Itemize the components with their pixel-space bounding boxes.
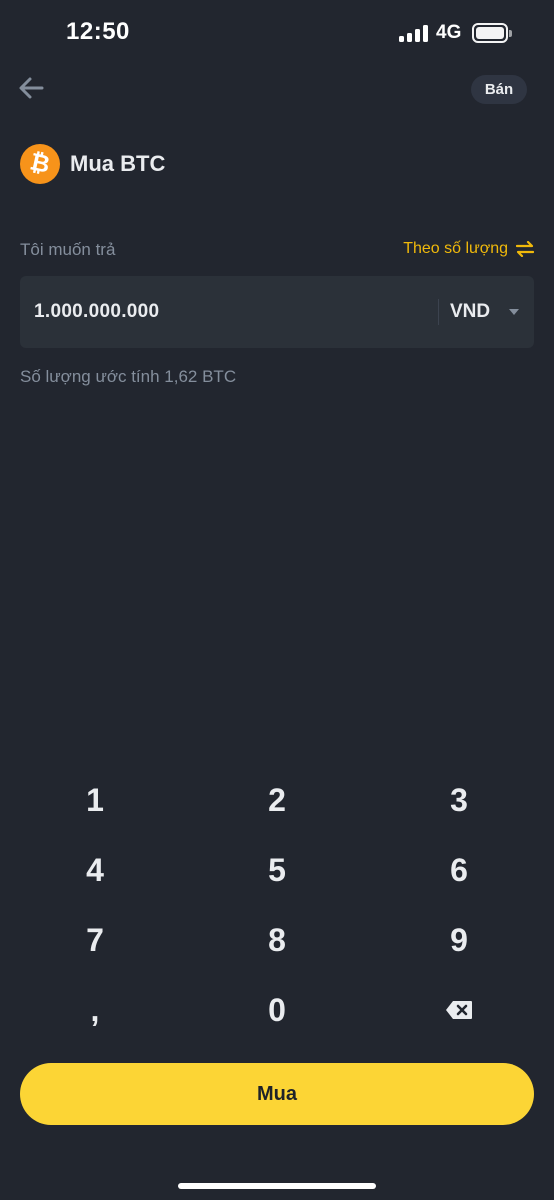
signal-strength-icon	[399, 24, 429, 42]
amount-mode-label: Theo số lượng	[403, 240, 508, 257]
key-4[interactable]: 4	[25, 838, 165, 902]
amount-mode-toggle[interactable]: Theo số lượng	[403, 240, 534, 258]
swap-arrows-icon	[516, 241, 534, 257]
key-2[interactable]: 2	[207, 768, 347, 832]
backspace-icon	[446, 1001, 472, 1019]
key-comma[interactable]: ,	[25, 978, 165, 1042]
currency-select[interactable]: VND	[450, 276, 534, 348]
key-9[interactable]: 9	[389, 908, 529, 972]
backspace-key[interactable]	[389, 978, 529, 1042]
page-title: Mua BTC	[70, 151, 166, 176]
network-type: 4G	[436, 22, 462, 43]
key-3[interactable]: 3	[389, 768, 529, 832]
key-7[interactable]: 7	[25, 908, 165, 972]
key-6[interactable]: 6	[389, 838, 529, 902]
arrow-left-icon	[19, 77, 44, 99]
buy-button[interactable]: Mua	[20, 1063, 534, 1125]
home-indicator	[178, 1183, 376, 1189]
amount-input-box[interactable]: 1.000.000.000 VND	[20, 276, 534, 348]
bitcoin-icon: ₿	[20, 144, 60, 184]
status-time: 12:50	[66, 18, 130, 45]
pay-label: Tôi muốn trả	[20, 240, 116, 259]
status-bar: 12:50 4G	[0, 0, 554, 66]
sell-button[interactable]: Bán	[471, 75, 527, 104]
page-header: ₿ Mua BTC	[20, 144, 165, 184]
key-8[interactable]: 8	[207, 908, 347, 972]
caret-down-icon	[509, 309, 520, 315]
bitcoin-symbol: ₿	[27, 148, 53, 179]
key-0[interactable]: 0	[207, 978, 347, 1042]
estimated-quantity: Số lượng ước tính 1,62 BTC	[20, 367, 237, 386]
amount-field[interactable]: 1.000.000.000	[34, 301, 159, 323]
divider	[438, 299, 439, 325]
key-1[interactable]: 1	[25, 768, 165, 832]
key-5[interactable]: 5	[207, 838, 347, 902]
back-button[interactable]	[14, 72, 50, 104]
battery-icon	[472, 23, 512, 43]
currency-label: VND	[450, 301, 491, 322]
